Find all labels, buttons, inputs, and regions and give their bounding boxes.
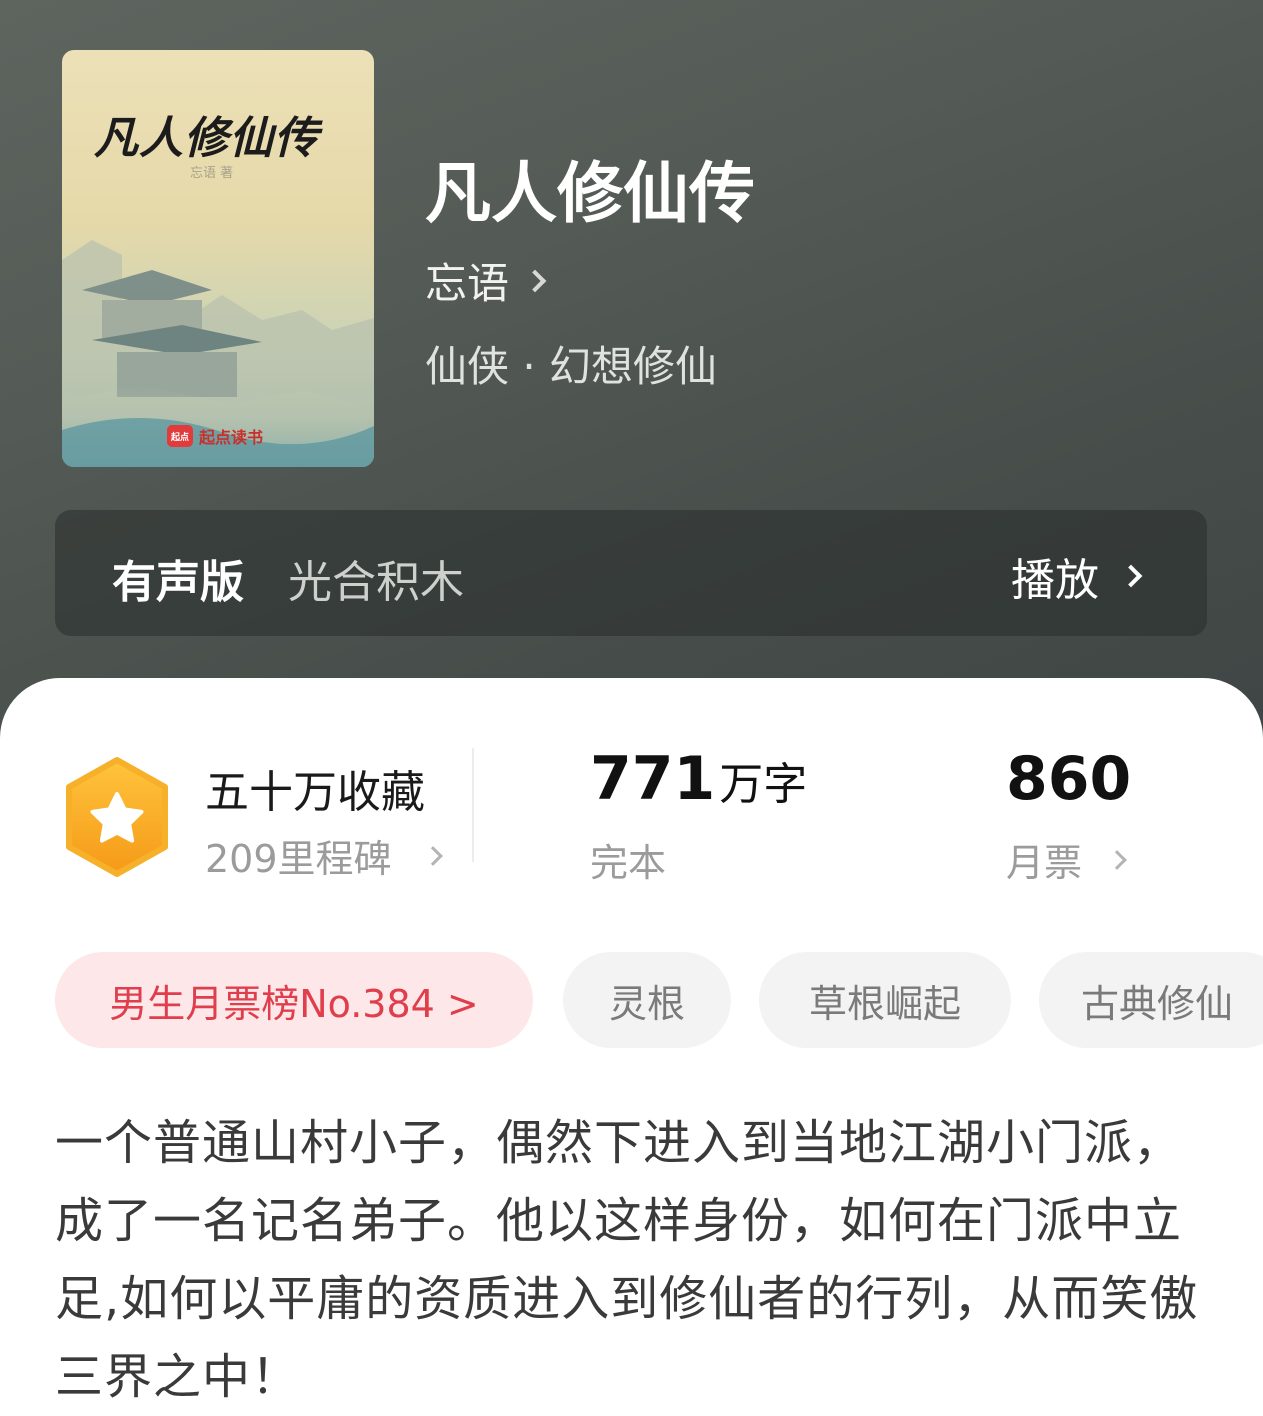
tag-item[interactable]: 古典修仙 <box>1039 952 1263 1048</box>
word-count-unit: 万字 <box>719 759 808 810</box>
monthly-ticket-count: 860 <box>1006 744 1132 814</box>
author-name: 忘语 <box>425 259 510 308</box>
word-count: 771 万字 <box>590 744 807 814</box>
milestone-label: 209里程碑 <box>205 837 392 881</box>
chevron-right-icon <box>422 845 443 866</box>
tag-list: 男生月票榜No.384 > 灵根 草根崛起 古典修仙 <box>55 952 1263 1048</box>
chevron-right-icon <box>1107 849 1127 870</box>
book-title: 凡人修仙传 <box>425 154 755 232</box>
completion-status: 完本 <box>590 841 667 885</box>
collection-count: 五十万收藏 <box>205 767 425 818</box>
milestone-link[interactable]: 209里程碑 <box>205 828 443 883</box>
audio-narrator: 光合积木 <box>288 557 464 608</box>
chevron-right-icon <box>1119 564 1143 588</box>
tag-item[interactable]: 灵根 <box>563 952 731 1048</box>
rank-tag[interactable]: 男生月票榜No.384 > <box>55 952 533 1048</box>
word-count-number: 771 <box>590 744 716 814</box>
book-synopsis[interactable]: 一个普通山村小子，偶然下进入到当地江湖小门派，成了一名记名弟子。他以这样身份，如… <box>55 1104 1205 1416</box>
audio-version-bar[interactable]: 有声版 光合积木 播放 <box>55 510 1207 636</box>
genre-label: 仙侠 · 幻想修仙 <box>425 342 718 391</box>
chevron-right-icon <box>523 269 547 292</box>
book-cover[interactable]: 凡人修仙传 忘语 著 起点 起点读书 <box>62 50 374 467</box>
tag-item[interactable]: 草根崛起 <box>759 952 1011 1048</box>
brand-logo-icon: 起点 <box>167 425 193 447</box>
cover-title: 凡人修仙传 <box>94 113 319 164</box>
play-label: 播放 <box>1011 555 1099 606</box>
divider <box>472 748 474 862</box>
cover-brand: 起点 起点读书 <box>167 424 263 448</box>
monthly-ticket-link[interactable]: 月票 <box>1006 832 1127 887</box>
author-link[interactable]: 忘语 <box>425 250 547 311</box>
cover-author: 忘语 著 <box>190 166 234 181</box>
brand-name: 起点读书 <box>199 428 264 447</box>
audio-label: 有声版 <box>112 557 244 608</box>
play-button[interactable]: 播放 <box>1011 544 1143 608</box>
star-badge-icon <box>66 757 168 877</box>
monthly-ticket-label: 月票 <box>1006 841 1083 885</box>
